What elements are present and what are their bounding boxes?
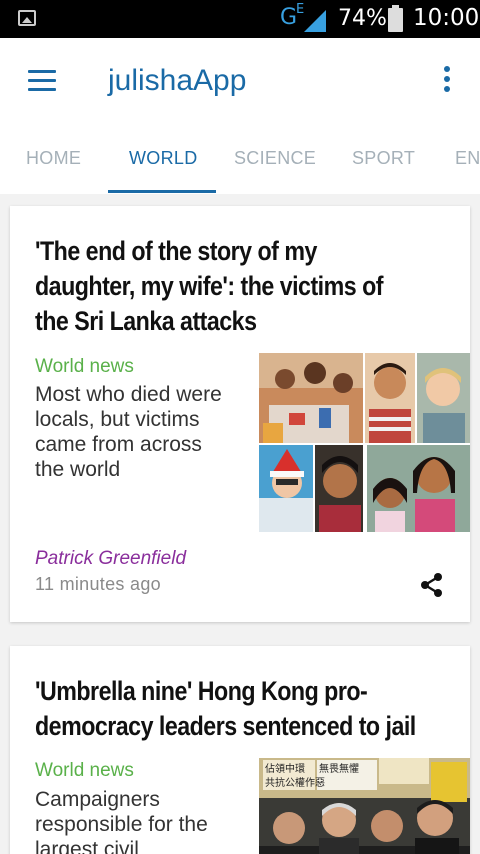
headline-line: 'The end of the story of my xyxy=(35,236,317,266)
victims-photo-collage[interactable] xyxy=(259,353,470,532)
app-title: julishaApp xyxy=(108,64,247,97)
standfirst-line: largest civil xyxy=(35,838,139,854)
article-headline[interactable]: 'The end of the story of my daughter, my… xyxy=(35,234,431,339)
headline-line: democracy leaders sentenced to jail xyxy=(35,711,416,741)
tab-home[interactable]: HOME xyxy=(26,148,81,169)
article-card[interactable]: 'The end of the story of my daughter, my… xyxy=(10,206,470,622)
protest-sign-text: 佔領中環 xyxy=(265,762,305,775)
app-bar: julishaApp HOME WORLD SCIENCE SPORT EN xyxy=(0,38,480,194)
tab-science[interactable]: SCIENCE xyxy=(234,148,316,169)
article-standfirst: Most who died were locals, but victims c… xyxy=(35,382,240,482)
protest-sign-text: 無畏無懼 xyxy=(319,762,359,775)
overflow-menu-icon[interactable] xyxy=(438,66,456,96)
headline-line: daughter, my wife': the victims of xyxy=(35,271,383,301)
battery-percent: 74% xyxy=(338,6,387,31)
battery-icon xyxy=(388,5,403,32)
standfirst-line: responsible for the xyxy=(35,813,208,836)
share-icon[interactable] xyxy=(419,572,445,598)
standfirst-line: locals, but victims xyxy=(35,408,200,431)
standfirst-line: the world xyxy=(35,458,121,481)
standfirst-line: Most who died were xyxy=(35,383,222,406)
article-card[interactable]: 'Umbrella nine' Hong Kong pro- democracy… xyxy=(10,646,470,854)
article-standfirst: Campaigners responsible for the largest … xyxy=(35,787,240,854)
active-tab-indicator xyxy=(108,190,216,193)
signal-icon: G E xyxy=(280,2,328,34)
standfirst-line: Campaigners xyxy=(35,788,160,811)
article-timestamp: 11 minutes ago xyxy=(35,574,161,594)
protest-photo[interactable]: 佔領中環 無畏無懼 共抗公權作惡 xyxy=(259,758,470,854)
clock: 10:00 xyxy=(413,5,480,31)
section-tabs: HOME WORLD SCIENCE SPORT EN xyxy=(0,132,480,194)
protest-photo-graphic: 佔領中環 無畏無懼 共抗公權作惡 xyxy=(259,758,470,854)
article-author[interactable]: Patrick Greenfield xyxy=(35,548,186,570)
headline-line: 'Umbrella nine' Hong Kong pro- xyxy=(35,676,368,706)
hamburger-menu-icon[interactable] xyxy=(28,70,56,92)
image-notification-icon xyxy=(18,10,36,26)
status-bar: G E 74% 10:00 xyxy=(0,0,480,38)
tab-sport[interactable]: SPORT xyxy=(352,148,415,169)
network-type-label: G xyxy=(280,5,298,30)
section-label[interactable]: World news xyxy=(35,356,134,378)
signal-bars-icon xyxy=(304,10,326,32)
protest-sign-text: 共抗公權作惡 xyxy=(265,776,325,789)
section-label[interactable]: World news xyxy=(35,760,134,782)
standfirst-line: came from across xyxy=(35,433,202,456)
headline-line: the Sri Lanka attacks xyxy=(35,306,257,336)
tab-entertainment[interactable]: EN xyxy=(455,148,480,169)
photo-collage-graphic xyxy=(259,353,470,532)
tab-world[interactable]: WORLD xyxy=(129,148,198,169)
network-subtype-label: E xyxy=(296,2,305,17)
article-headline[interactable]: 'Umbrella nine' Hong Kong pro- democracy… xyxy=(35,674,431,744)
